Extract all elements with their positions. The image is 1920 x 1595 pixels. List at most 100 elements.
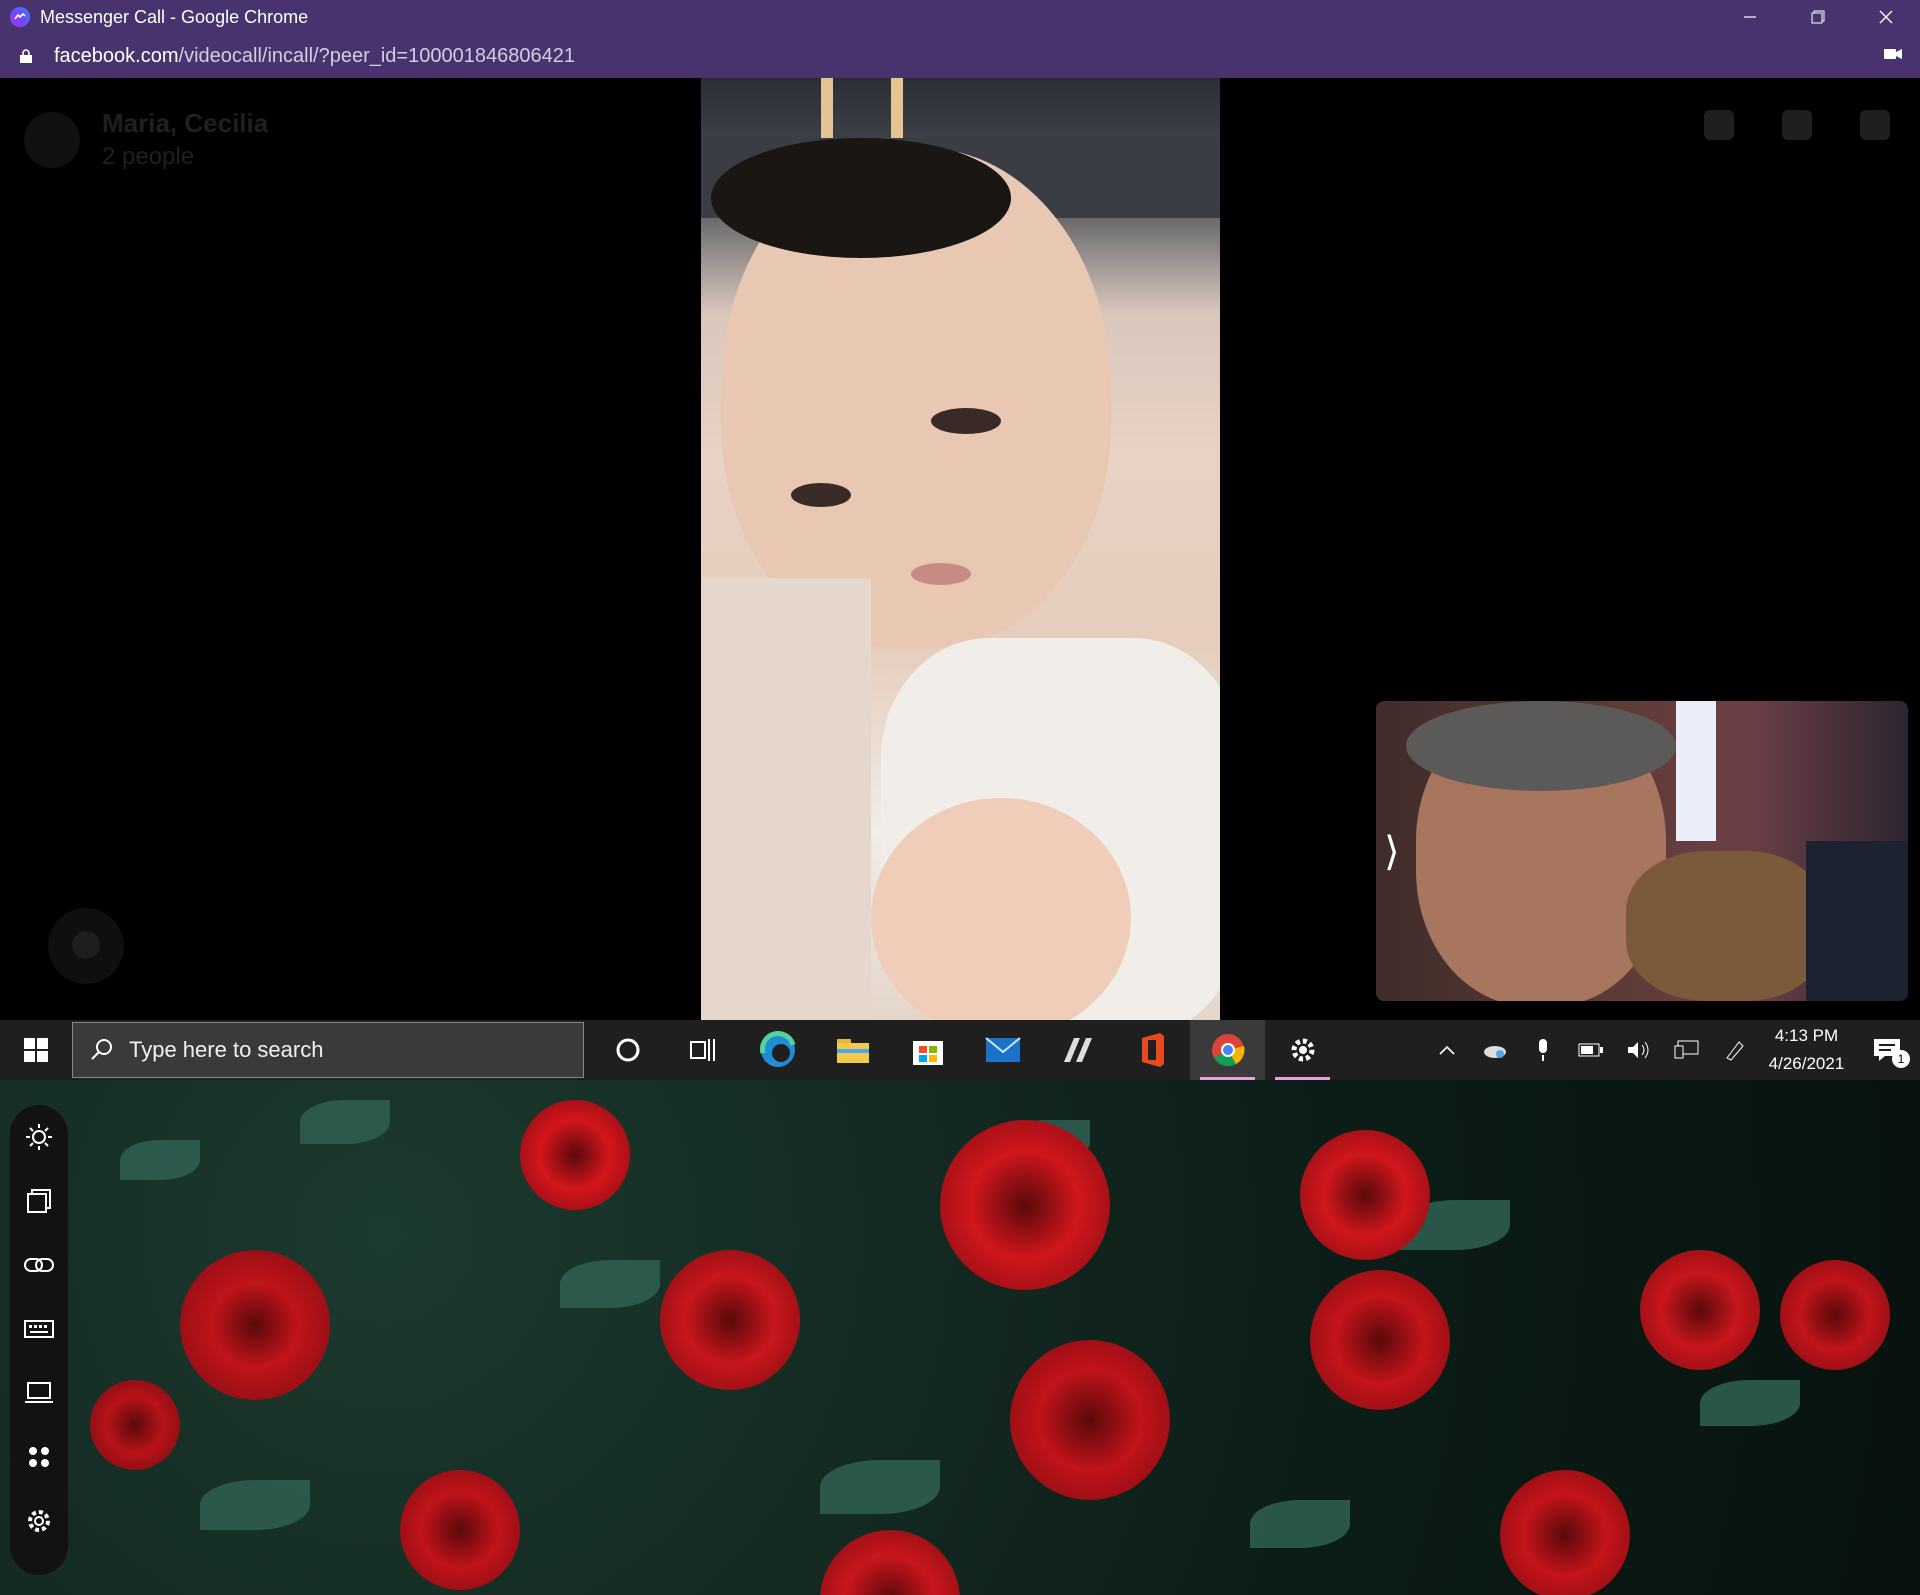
chrome-button[interactable] xyxy=(1190,1020,1265,1080)
desktop-wallpaper xyxy=(0,1080,1920,1595)
mail-button[interactable] xyxy=(965,1020,1040,1080)
task-view-icon xyxy=(689,1039,715,1061)
screen-share-icon[interactable] xyxy=(1704,110,1734,140)
laptop-button[interactable] xyxy=(10,1361,68,1425)
brightness-icon xyxy=(26,1124,52,1150)
lock-icon xyxy=(20,49,32,63)
network-icon xyxy=(1674,1040,1699,1059)
pen-icon xyxy=(1726,1041,1744,1061)
link-icon xyxy=(24,1258,54,1272)
onedrive-button[interactable] xyxy=(1471,1020,1519,1080)
url-text[interactable]: facebook.com/videocall/incall/?peer_id=1… xyxy=(54,45,575,68)
expand-chevron-icon[interactable]: ⟩ xyxy=(1384,829,1400,875)
url-domain: facebook.com xyxy=(54,44,179,67)
video-detail xyxy=(711,138,1011,258)
wallpaper-detail xyxy=(660,1250,800,1390)
network-button[interactable] xyxy=(1663,1020,1711,1080)
windows-logo-icon xyxy=(24,1038,48,1062)
window-button[interactable] xyxy=(10,1169,68,1233)
call-header: Maria, Cecilia 2 people xyxy=(24,108,268,171)
show-hidden-icons-button[interactable] xyxy=(1423,1020,1471,1080)
cloud-icon xyxy=(1484,1046,1506,1058)
close-icon xyxy=(1879,10,1893,24)
restore-button[interactable] xyxy=(1784,0,1852,34)
file-explorer-button[interactable] xyxy=(815,1020,890,1080)
action-center-button[interactable]: 1 xyxy=(1854,1020,1920,1080)
search-icon xyxy=(91,1039,112,1060)
wallpaper-detail xyxy=(1500,1470,1630,1595)
wallpaper-detail xyxy=(400,1470,520,1590)
battery-button[interactable] xyxy=(1567,1020,1615,1080)
wallpaper-detail xyxy=(1300,1130,1430,1260)
wallpaper-detail xyxy=(520,1100,630,1210)
settings-icon[interactable] xyxy=(1782,110,1812,140)
self-video: ⟩ xyxy=(1376,701,1908,1001)
taskbar-clock[interactable]: 4:13 PM 4/26/2021 xyxy=(1759,1022,1854,1078)
system-tray: 4:13 PM 4/26/2021 1 xyxy=(1423,1020,1920,1080)
keyboard-icon xyxy=(24,1320,54,1338)
keyboard-button[interactable] xyxy=(10,1297,68,1361)
edge-icon xyxy=(759,1031,795,1067)
start-button[interactable] xyxy=(0,1020,72,1080)
wallpaper-detail xyxy=(940,1120,1110,1290)
settings-app-button[interactable] xyxy=(1265,1020,1340,1080)
taskbar-search[interactable]: Type here to search xyxy=(72,1022,584,1078)
link-button[interactable] xyxy=(10,1233,68,1297)
wallpaper-detail xyxy=(300,1100,390,1144)
wallpaper-detail xyxy=(200,1480,310,1530)
restore-icon xyxy=(1811,10,1825,24)
camera-in-use-icon[interactable] xyxy=(1884,47,1902,66)
video-detail xyxy=(1406,701,1676,791)
chat-button[interactable] xyxy=(48,908,124,984)
video-detail xyxy=(701,578,871,1020)
cortana-button[interactable] xyxy=(590,1020,665,1080)
store-button[interactable] xyxy=(890,1020,965,1080)
remote-video xyxy=(701,78,1220,1020)
pen-button[interactable] xyxy=(1711,1020,1759,1080)
office-icon xyxy=(1141,1033,1164,1067)
video-detail xyxy=(911,563,971,585)
brightness-button[interactable] xyxy=(10,1105,68,1169)
wallpaper-detail xyxy=(180,1250,330,1400)
wallpaper-detail xyxy=(1780,1260,1890,1370)
video-detail xyxy=(931,408,1001,434)
edge-button[interactable] xyxy=(740,1020,815,1080)
wallpaper-detail xyxy=(1310,1270,1450,1410)
notification-badge: 1 xyxy=(1892,1050,1910,1068)
task-view-button[interactable] xyxy=(665,1020,740,1080)
volume-icon xyxy=(1628,1041,1649,1059)
window-title: Messenger Call - Google Chrome xyxy=(40,6,309,27)
window-titlebar: Messenger Call - Google Chrome xyxy=(0,0,1920,34)
video-detail xyxy=(1626,851,1826,1001)
rail-settings-button[interactable] xyxy=(10,1489,68,1553)
office-button[interactable] xyxy=(1115,1020,1190,1080)
app-button[interactable] xyxy=(1040,1020,1115,1080)
laptop-icon xyxy=(25,1382,53,1403)
wallpaper-detail xyxy=(820,1530,960,1595)
clock-date: 4/26/2021 xyxy=(1768,1054,1845,1073)
cortana-icon xyxy=(616,1038,639,1062)
microphone-icon xyxy=(1539,1039,1547,1061)
window-icon xyxy=(27,1189,51,1213)
wallpaper-detail xyxy=(90,1380,180,1470)
messenger-icon xyxy=(10,7,30,27)
mail-icon xyxy=(984,1037,1021,1062)
wallpaper-detail xyxy=(1700,1380,1800,1426)
clock-time: 4:13 PM xyxy=(1774,1026,1839,1045)
apps-grid-button[interactable] xyxy=(10,1425,68,1489)
call-area: Maria, Cecilia 2 people ⟩ xyxy=(0,78,1920,1020)
microphone-button[interactable] xyxy=(1519,1020,1567,1080)
minimize-icon xyxy=(1744,16,1756,18)
wallpaper-detail xyxy=(1250,1500,1350,1548)
volume-button[interactable] xyxy=(1615,1020,1663,1080)
address-bar[interactable]: facebook.com/videocall/incall/?peer_id=1… xyxy=(0,34,1920,78)
gear-icon xyxy=(1291,1038,1314,1062)
wallpaper-detail xyxy=(1640,1250,1760,1370)
minimize-button[interactable] xyxy=(1716,0,1784,34)
close-button[interactable] xyxy=(1852,0,1920,34)
chat-bubble-icon xyxy=(72,931,100,959)
settings-icon xyxy=(28,1510,50,1532)
group-avatar xyxy=(24,111,80,168)
side-rail xyxy=(10,1105,68,1575)
fullscreen-icon[interactable] xyxy=(1860,110,1890,140)
